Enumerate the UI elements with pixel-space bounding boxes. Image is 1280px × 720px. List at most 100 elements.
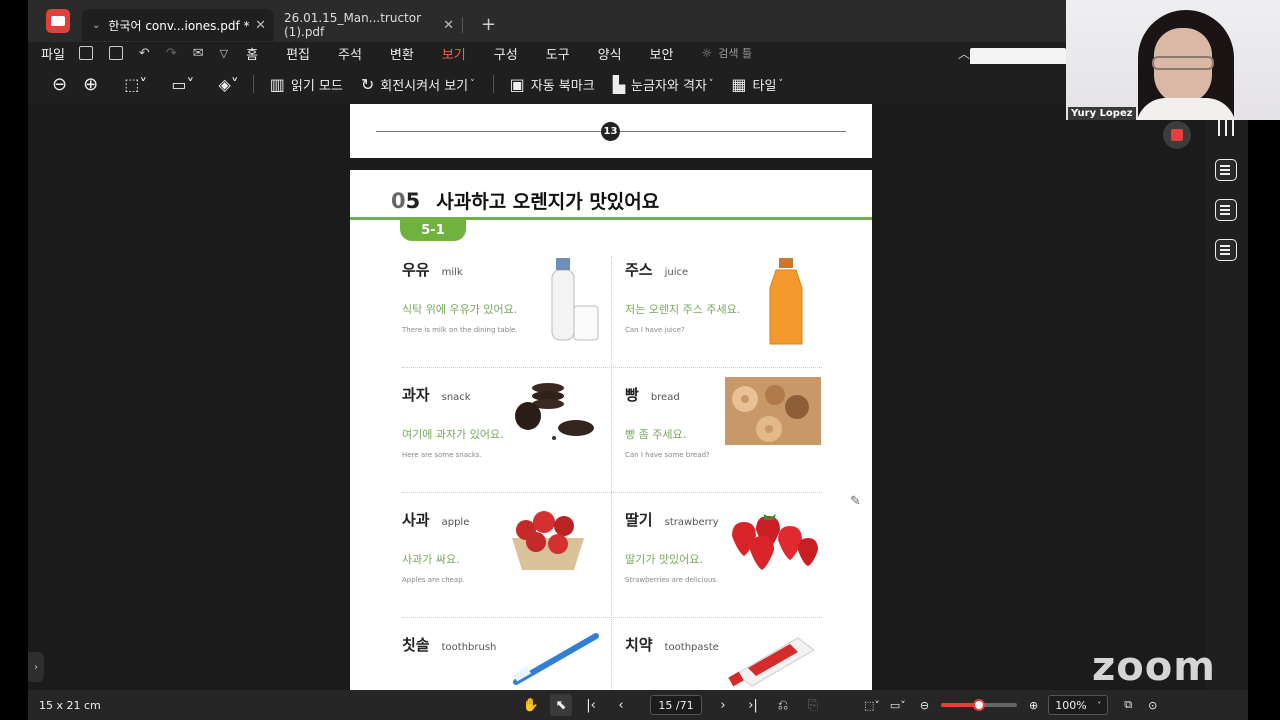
rotate-view-button[interactable]: ↻ 회전시켜서 보기 ˅ (361, 75, 475, 94)
save-icon[interactable] (78, 46, 93, 60)
pencil-icon[interactable]: ✎ (850, 494, 861, 509)
word-english: milk (441, 267, 463, 278)
zoom-in-icon[interactable]: ⊕ (83, 74, 98, 95)
menu-view[interactable]: 보기 (439, 44, 468, 68)
juice-image (769, 258, 803, 345)
sliders-icon[interactable] (1216, 118, 1236, 136)
vocab-word-strawberry: 딸기 strawberry (625, 509, 719, 530)
select-cursor-icon[interactable]: ⬉ (550, 694, 572, 716)
more-options-icon[interactable]: ⊙ (1148, 699, 1157, 712)
word-korean: 딸기 (625, 511, 653, 529)
bookmark-icon: ▣ (509, 74, 525, 94)
menu-form[interactable]: 양식 (598, 44, 622, 63)
page-size-label: 15 x 21 cm (39, 698, 101, 712)
page-layout-icon[interactable]: ▭˅ (890, 699, 906, 712)
ai-chat-icon[interactable] (1215, 199, 1237, 221)
reading-mode-button[interactable]: ▥ 읽기 모드 (270, 75, 343, 94)
menu-home[interactable]: 홈 (246, 44, 258, 63)
redo-icon[interactable]: ↷ (166, 46, 177, 61)
lesson-number: 05 (391, 189, 420, 213)
sentence-translation: There is milk on the dining table. (402, 326, 518, 334)
participant-name-tag: Yury Lopez (1068, 107, 1136, 120)
row-divider (402, 617, 822, 618)
translate-icon[interactable] (1215, 239, 1237, 261)
fill-color-icon[interactable]: ◈˅ (218, 75, 238, 94)
select-tool-icon[interactable]: ⬚˅ (124, 75, 147, 94)
word-korean: 주스 (625, 261, 653, 279)
menu-comment[interactable]: 주석 (338, 44, 362, 63)
sentence-translation: Can I have juice? (625, 326, 685, 334)
milk-image (551, 258, 599, 341)
zoom-slider-knob[interactable] (973, 699, 986, 711)
ruler-icon: ▙ (612, 74, 625, 94)
previous-view-icon[interactable]: ⎌ (772, 694, 794, 716)
word-english: apple (441, 517, 470, 528)
zoom-out-icon[interactable]: ⊖ (920, 699, 929, 712)
sentence-translation: Strawberries are delicious. (625, 576, 719, 584)
menu-edit[interactable]: 편집 (286, 44, 310, 63)
word-korean: 사과 (402, 511, 430, 529)
menu-file[interactable]: 파일 (41, 44, 65, 63)
toothpaste-image (728, 637, 815, 687)
page-number-input[interactable]: 15 /71 (650, 695, 702, 715)
word-english: toothpaste (664, 642, 719, 653)
chevron-down-icon: ˅ (778, 79, 783, 89)
sentence-translation: Can I have some bread? (625, 451, 710, 459)
next-page-icon[interactable]: › (712, 694, 734, 716)
menu-organize[interactable]: 구성 (494, 44, 518, 63)
vocab-word-apple: 사과 apple (402, 509, 469, 530)
zoom-level-select[interactable]: 100% ˅ (1048, 695, 1109, 715)
strawberries-image (732, 514, 818, 570)
participant-video[interactable] (1066, 0, 1280, 120)
fullscreen-icon[interactable]: ⧉ (1124, 698, 1132, 712)
first-page-icon[interactable]: |‹ (580, 694, 602, 716)
close-tab-icon[interactable]: ✕ (255, 18, 266, 33)
hand-tool-icon[interactable]: ✋ (520, 694, 542, 716)
page-display-icon[interactable]: ▭˅ (171, 75, 194, 94)
tab-active-document[interactable]: ⌄ 한국어 conv...iones.pdf * ✕ (82, 9, 274, 41)
tab-second-document[interactable]: 26.01.15_Man...tructor (1).pdf ✕ (274, 9, 462, 41)
auto-bookmark-button[interactable]: ▣ 자동 북마크 (510, 75, 595, 94)
toothbrush-image (513, 633, 599, 685)
toolbar-divider (252, 75, 254, 93)
word-english: snack (441, 392, 471, 403)
record-icon (1171, 129, 1183, 141)
select-mode-icon[interactable]: ⬚˅ (864, 699, 880, 712)
example-sentence: 사과가 싸요. (402, 553, 460, 566)
undo-icon[interactable]: ↶ (139, 46, 150, 61)
record-button[interactable] (1163, 121, 1191, 149)
ai-summary-icon[interactable] (1215, 159, 1237, 181)
page-navigation: ✋ ⬉ |‹ ‹ 15 /71 › ›| ⎌ ⎘ (520, 690, 832, 720)
previous-page-icon[interactable]: ‹ (610, 694, 632, 716)
word-korean: 과자 (402, 386, 430, 404)
vocab-word-toothpaste: 치약 toothpaste (625, 634, 719, 655)
mail-icon[interactable]: ✉ (193, 46, 204, 61)
lesson-number-digit: 5 (405, 189, 421, 213)
menu-tools[interactable]: 도구 (546, 44, 570, 63)
close-tab-icon[interactable]: ✕ (443, 18, 454, 33)
next-view-icon[interactable]: ⎘ (802, 694, 824, 716)
zoom-in-icon[interactable]: ⊕ (1029, 699, 1038, 712)
lesson-number-prefix: 0 (391, 189, 406, 213)
menu-security[interactable]: 보안 (650, 44, 674, 63)
vocab-word-bread: 빵 bread (625, 384, 680, 405)
column-divider (611, 256, 612, 690)
quick-access-dropdown-icon[interactable]: ▽ (220, 47, 228, 60)
menu-convert[interactable]: 변환 (390, 44, 414, 63)
collapse-ribbon-icon[interactable]: ︿ (958, 45, 970, 62)
section-tag: 5-1 (400, 220, 466, 241)
zoom-out-icon[interactable]: ⊖ (52, 74, 67, 95)
word-korean: 치약 (625, 636, 653, 654)
chevron-down-icon[interactable]: ⌄ (92, 20, 100, 31)
new-tab-icon[interactable]: + (481, 14, 496, 35)
zoom-slider[interactable] (941, 699, 1018, 711)
row-divider (402, 367, 822, 368)
expand-panel-chevron-right-icon[interactable]: › (28, 652, 44, 682)
ruler-grid-button[interactable]: ▙ 눈금자와 격자 ˅ (613, 75, 714, 94)
tile-button[interactable]: ▦ 타일 ˅ (731, 75, 783, 94)
lesson-title: 사과하고 오렌지가 맛있어요 (436, 191, 660, 213)
last-page-icon[interactable]: ›| (742, 694, 764, 716)
search-tools-label[interactable]: 검색 틀 (718, 45, 752, 61)
print-icon[interactable] (108, 46, 123, 60)
chevron-down-icon: ˅ (708, 79, 714, 89)
